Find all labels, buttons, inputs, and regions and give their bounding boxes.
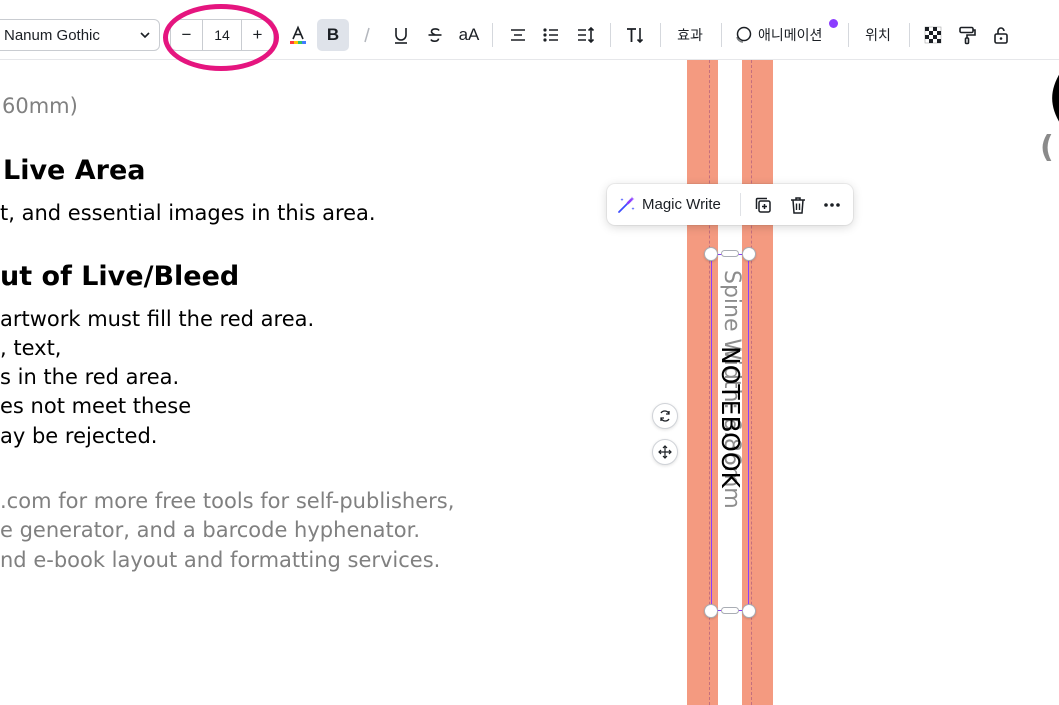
- decrease-font-size-button[interactable]: −: [171, 20, 202, 50]
- transparency-button[interactable]: [917, 19, 949, 51]
- text-direction-icon: [627, 28, 644, 44]
- doc-line: s in the red area.: [0, 365, 180, 389]
- underline-icon: [395, 28, 407, 44]
- copy-style-button[interactable]: [951, 19, 983, 51]
- rotate-icon: [660, 410, 670, 422]
- chevron-down-icon: [140, 32, 150, 39]
- doc-line: .com for more free tools for self-publis…: [0, 489, 455, 513]
- resize-handle-bottom-right[interactable]: [742, 604, 756, 618]
- list-button[interactable]: [535, 19, 567, 51]
- toolbar-divider: [660, 23, 661, 47]
- increase-font-size-button[interactable]: +: [242, 20, 273, 50]
- selected-text-box[interactable]: [711, 254, 749, 611]
- position-button[interactable]: 위치: [858, 19, 898, 51]
- front-cover-subtext-clipped: (: [1040, 130, 1054, 165]
- resize-handle-top[interactable]: [721, 250, 739, 257]
- italic-icon: [364, 27, 370, 43]
- lock-button[interactable]: [985, 19, 1017, 51]
- trash-icon: [791, 197, 805, 214]
- toolbar-divider: [610, 23, 611, 47]
- more-options-button[interactable]: [821, 194, 843, 216]
- move-icon: [658, 445, 672, 459]
- unlock-icon: [994, 27, 1008, 44]
- toolbar-divider: [721, 23, 722, 47]
- duplicate-icon: [755, 197, 771, 213]
- move-button[interactable]: [652, 439, 678, 465]
- underline-button[interactable]: [385, 19, 417, 51]
- spacing-button[interactable]: [570, 19, 602, 51]
- doc-line: es not meet these: [0, 394, 192, 418]
- vertical-text-button[interactable]: [619, 19, 651, 51]
- bold-button[interactable]: B: [317, 19, 349, 51]
- doc-line: e generator, and a barcode hyphenator.: [0, 518, 420, 542]
- letter-case-label: aA: [458, 25, 480, 44]
- magic-write-button[interactable]: Magic Write: [616, 184, 721, 225]
- front-cover-text-clipped: (: [1047, 62, 1059, 132]
- doc-heading: ut of Live/Bleed: [0, 261, 240, 292]
- align-center-icon: [511, 29, 525, 41]
- animate-icon: [736, 26, 752, 43]
- popup-divider: [740, 193, 741, 216]
- doc-line: 60mm): [2, 94, 78, 118]
- duplicate-button[interactable]: [752, 194, 774, 216]
- doc-line: artwork must fill the red area.: [0, 307, 315, 331]
- text-color-icon: [290, 25, 306, 44]
- resize-handle-top-left[interactable]: [704, 247, 718, 261]
- font-size-input[interactable]: 14: [202, 20, 242, 50]
- selection-context-menu: Magic Write: [607, 184, 853, 225]
- strikethrough-button[interactable]: [419, 19, 451, 51]
- canvas-editor: Nanum Gothic − 14 + B aA 효과 애니메이션 위치 60m…: [0, 0, 1059, 705]
- toolbar-divider: [492, 23, 493, 47]
- doc-line: nd e-book layout and formatting services…: [0, 548, 441, 572]
- animate-label: 애니메이션: [758, 27, 823, 43]
- rotate-button[interactable]: [652, 403, 678, 429]
- more-horizontal-icon: [824, 203, 840, 207]
- italic-button[interactable]: [351, 19, 383, 51]
- magic-write-label: Magic Write: [642, 196, 721, 213]
- line-spacing-icon: [578, 26, 595, 44]
- animate-button[interactable]: 애니메이션: [733, 19, 837, 51]
- doc-heading: Live Area: [3, 155, 146, 186]
- font-family-value: Nanum Gothic: [4, 26, 100, 44]
- bold-label: B: [326, 25, 340, 44]
- toolbar-divider: [909, 23, 910, 47]
- resize-handle-bottom[interactable]: [721, 607, 739, 614]
- doc-line: t, and essential images in this area.: [0, 201, 376, 225]
- delete-button[interactable]: [787, 194, 809, 216]
- resize-handle-top-right[interactable]: [742, 247, 756, 261]
- new-feature-dot: [829, 19, 838, 28]
- toolbar-divider: [848, 23, 849, 47]
- doc-line: , text,: [0, 336, 62, 360]
- strikethrough-icon: [428, 28, 442, 42]
- template-instructions-text: 60mm) Live Area t, and essential images …: [0, 60, 600, 705]
- letter-case-button[interactable]: aA: [453, 19, 485, 51]
- font-family-dropdown[interactable]: Nanum Gothic: [0, 19, 160, 51]
- paint-roller-icon: [959, 26, 976, 45]
- effects-button[interactable]: 효과: [670, 19, 710, 51]
- font-size-stepper[interactable]: − 14 +: [170, 19, 274, 51]
- doc-line: ay be rejected.: [0, 424, 158, 448]
- magic-wand-icon: [618, 196, 635, 213]
- bullet-list-icon: [543, 28, 558, 42]
- resize-handle-bottom-left[interactable]: [704, 604, 718, 618]
- text-color-button[interactable]: [282, 19, 314, 51]
- text-align-button[interactable]: [502, 19, 534, 51]
- text-toolbar: Nanum Gothic − 14 + B aA 효과 애니메이션 위치: [0, 0, 1059, 71]
- transparency-icon: [924, 26, 942, 44]
